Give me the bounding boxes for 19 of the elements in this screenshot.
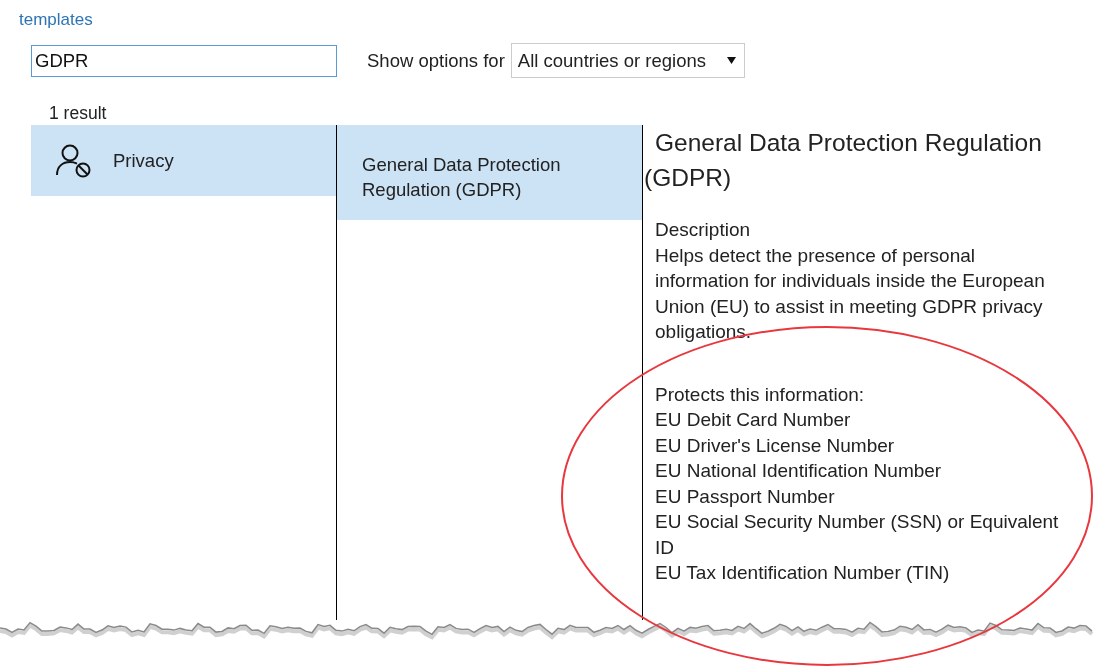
details-title: General Data Protection Regulation (GDPR)	[644, 128, 1043, 193]
templates-link[interactable]: templates	[19, 10, 93, 29]
search-field[interactable]: GDPR	[31, 44, 337, 77]
protected-info-item: EU National Identification Number	[655, 459, 943, 483]
person-blocked-icon	[55, 143, 91, 178]
protected-info-item: EU Passport Number	[655, 484, 836, 509]
protected-info-item: EU Tax Identification Number (TIN)	[655, 561, 951, 585]
protected-info-item: EU Driver's License Number	[655, 433, 896, 458]
result-count: 1 result	[49, 103, 107, 123]
protected-info-item: EU Debit Card Number	[655, 408, 852, 432]
description-text: Helps detect the presence of personal information for individuals inside the European Union (EU) to assist in meeting GDPR privacy obligations.	[655, 243, 1046, 344]
category-item[interactable]: Privacy	[31, 125, 336, 196]
protected-info-item: EU Social Security Number (SSN) or Equivalent ID	[655, 510, 1060, 560]
protects-label: Protects this information:	[655, 382, 866, 407]
region-dropdown[interactable]: All countries or regions	[510, 43, 745, 78]
caret-icon	[726, 57, 736, 64]
description-label: Description	[655, 218, 752, 242]
template-item[interactable]: General Data Protection Regulation (GDPR)	[337, 125, 642, 220]
filter-label: Show options for	[367, 49, 505, 72]
